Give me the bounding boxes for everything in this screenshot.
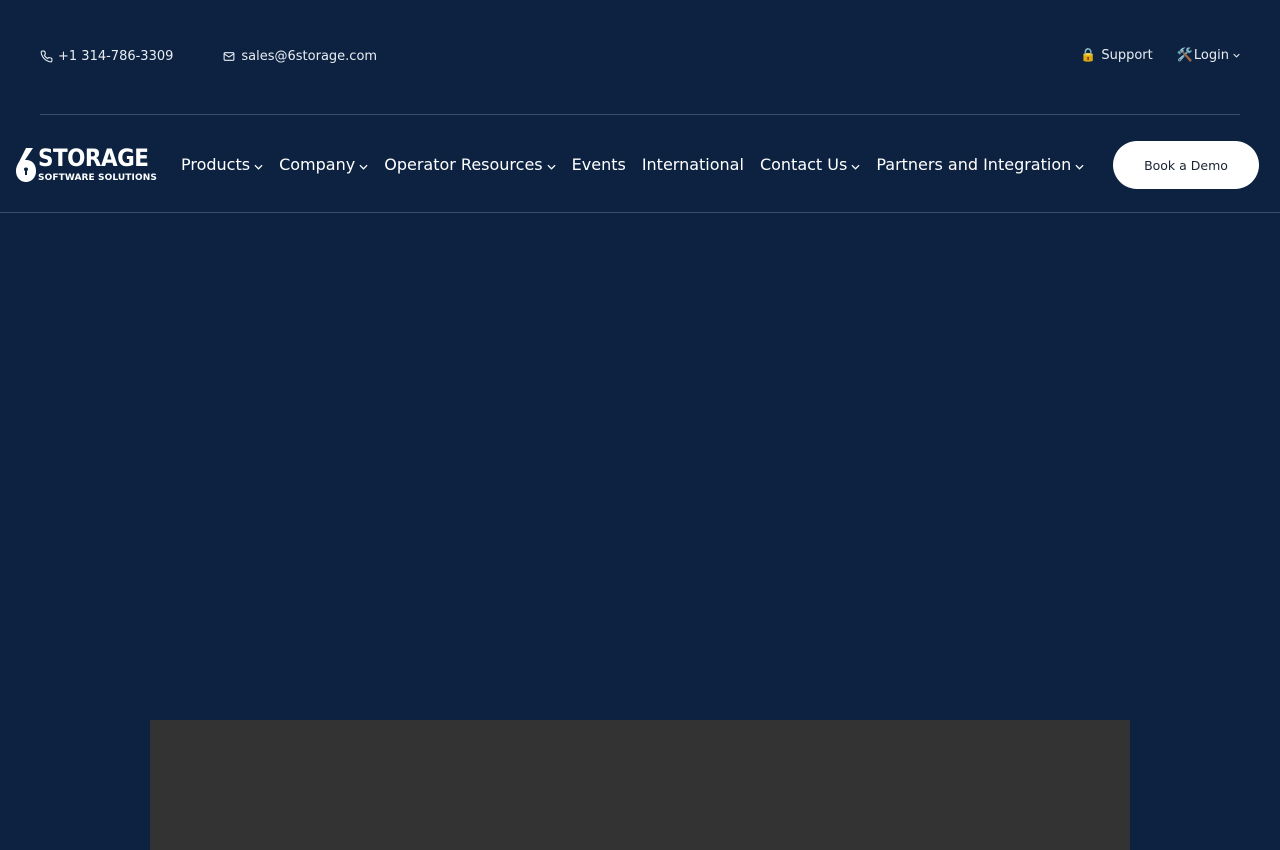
chevron-down-icon: [359, 155, 368, 174]
chevron-down-icon: [254, 155, 263, 174]
video-embed[interactable]: [150, 720, 1130, 850]
nav-item-label: International: [641, 154, 744, 174]
nav-item-events[interactable]: Events: [572, 155, 626, 174]
email-link[interactable]: sales@6storage.com: [222, 49, 377, 64]
main-navigation: STORAGE SOFTWARE SOLUTIONS Products Comp…: [0, 116, 1280, 213]
nav-item-label: Events: [571, 154, 626, 174]
mail-icon: [222, 50, 236, 63]
logo-wordmark: STORAGE SOFTWARE SOLUTIONS: [38, 147, 157, 183]
nav-item-company[interactable]: Company: [279, 155, 368, 174]
nav-item-label: Contact Us: [759, 154, 848, 174]
logo-six-mark: [16, 148, 36, 182]
utility-bar: +1 314-786-3309 sales@6storage.com 🔒 Sup…: [40, 0, 1240, 115]
nav-item-label: Operator Resources: [384, 154, 543, 174]
login-dropdown[interactable]: 🛠️ Login: [1177, 48, 1240, 63]
logo-title: STORAGE: [38, 145, 149, 174]
contact-info: +1 314-786-3309 sales@6storage.com: [40, 46, 377, 66]
chevron-down-icon: [1233, 53, 1240, 58]
nav-item-international[interactable]: International: [642, 155, 744, 174]
nav-item-operator-resources[interactable]: Operator Resources: [384, 154, 556, 174]
book-demo-button[interactable]: Book a Demo: [1113, 141, 1259, 189]
support-link[interactable]: 🔒 Support: [1080, 48, 1153, 63]
phone-number: +1 314-786-3309: [58, 48, 174, 64]
nav-item-partners-and-integration[interactable]: Partners and Integration: [876, 155, 1084, 174]
nav-item-label: Partners and Integration: [876, 154, 1072, 174]
support-label: Support: [1101, 47, 1153, 63]
chevron-down-icon: [851, 155, 860, 174]
page: +1 314-786-3309 sales@6storage.com 🔒 Sup…: [0, 0, 1280, 850]
nav-item-label: Company: [279, 154, 356, 174]
chevron-down-icon: [547, 155, 556, 174]
nav-item-contact-us[interactable]: Contact Us: [760, 155, 860, 174]
nav-item-products[interactable]: Products: [181, 155, 263, 174]
primary-menu: Products Company Operator Resources Even…: [181, 152, 1084, 176]
nav-item-label: Products: [181, 154, 251, 174]
logo-tagline: SOFTWARE SOLUTIONS: [38, 172, 157, 183]
login-label: Login: [1193, 47, 1229, 63]
phone-link[interactable]: +1 314-786-3309: [40, 49, 173, 64]
tools-icon: 🛠️: [1176, 47, 1193, 63]
email-address: sales@6storage.com: [241, 48, 378, 64]
chevron-down-icon: [1075, 155, 1084, 174]
phone-icon: [40, 50, 53, 63]
account-links: 🔒 Support 🛠️ Login: [1080, 45, 1240, 65]
site-logo[interactable]: STORAGE SOFTWARE SOLUTIONS: [16, 147, 171, 183]
lock-icon: 🔒: [1080, 47, 1097, 63]
